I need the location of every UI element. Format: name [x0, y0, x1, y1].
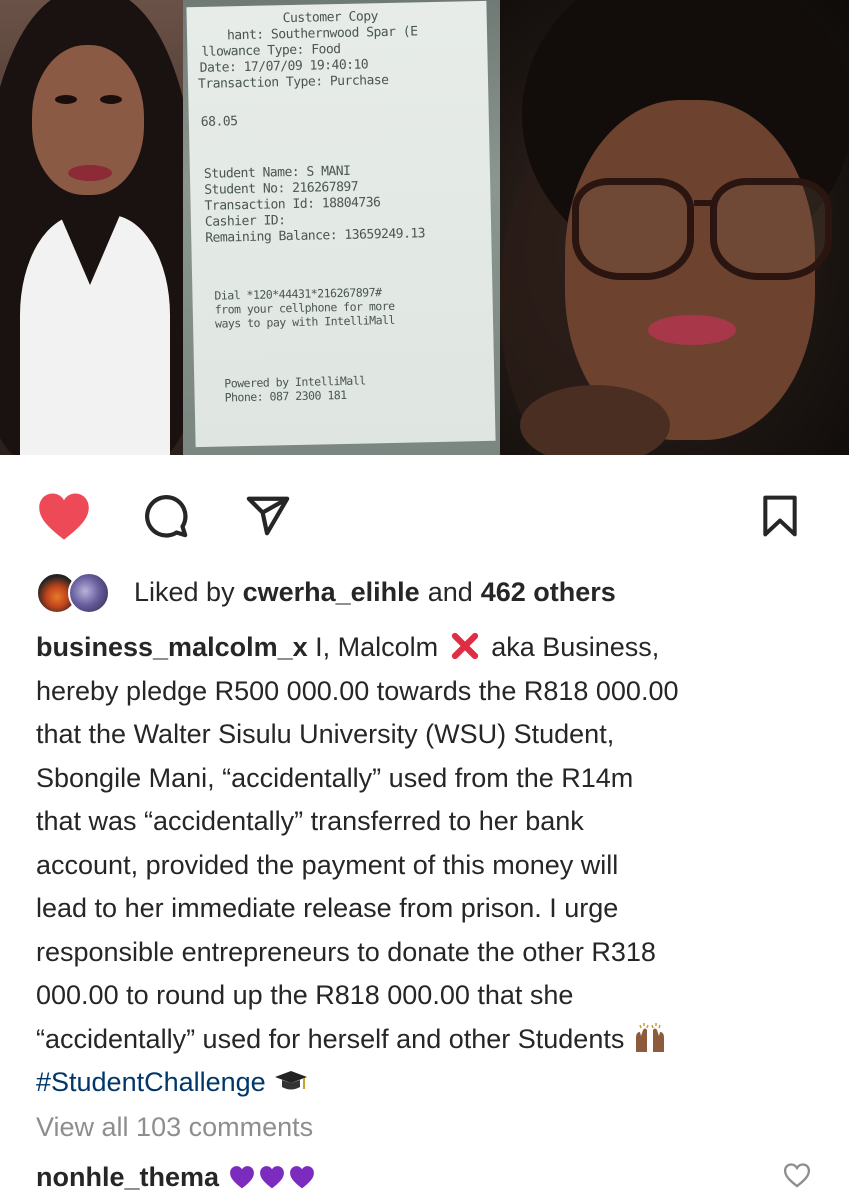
heart-outline-icon	[783, 1163, 811, 1188]
hashtag-link[interactable]: #StudentChallenge	[36, 1067, 266, 1097]
caption-username[interactable]: business_malcolm_x	[36, 632, 308, 662]
caption-line: lead to her immediate release from priso…	[36, 893, 619, 923]
graduation-cap-icon	[275, 1071, 308, 1090]
caption-text: aka Business,	[491, 632, 660, 662]
like-button[interactable]	[36, 488, 92, 544]
cross-mark-icon	[451, 632, 478, 660]
share-button[interactable]	[240, 488, 296, 544]
post-action-bar	[0, 470, 849, 560]
share-icon	[246, 496, 290, 536]
heart-icon	[39, 493, 89, 540]
receipt-line: llowance Type: Food	[201, 41, 341, 60]
liker-username[interactable]: cwerha_elihle	[243, 577, 420, 608]
receipt-line: 68.05	[200, 114, 238, 130]
caption-line: 000.00 to round up the R818 000.00 that …	[36, 980, 574, 1010]
receipt-line: Cashier ID:	[204, 213, 286, 230]
caption-line: responsible entrepreneurs to donate the …	[36, 936, 656, 967]
comment-like-button[interactable]	[779, 1157, 815, 1193]
photo-woman-left	[0, 0, 183, 455]
likes-conj: and	[427, 576, 473, 607]
receipt-line: Transaction Type: Purchase	[197, 72, 389, 92]
avatar	[68, 572, 110, 614]
comment-item: nonhle_thema	[36, 1155, 816, 1199]
bookmark-icon	[763, 495, 797, 537]
comment-icon	[145, 495, 188, 538]
photo-woman-right	[500, 0, 849, 455]
caption-line: that was “accidentally” transferred to h…	[36, 806, 584, 836]
caption-line: “accidentally” used for herself and othe…	[36, 1023, 625, 1054]
receipt-line: Phone: 087 2300 181	[224, 387, 347, 405]
caption-line: that the Walter Sisulu University (WSU) …	[36, 719, 615, 749]
caption-line: hereby pledge R500 000.00 towards the R8…	[36, 675, 679, 706]
receipt-line: ways to pay with IntelliMall	[214, 312, 396, 331]
receipt-line: hant: Southernwood Spar (E	[226, 24, 418, 44]
purple-heart-icon	[290, 1166, 314, 1189]
receipt-line: Student Name: S MANI	[203, 163, 351, 182]
likes-prefix: Liked by	[134, 576, 235, 607]
photo-receipt: Customer Copy hant: Southernwood Spar (E…	[183, 0, 500, 455]
caption-text: I, Malcolm	[315, 632, 439, 662]
likes-count[interactable]: 462 others	[481, 577, 616, 608]
raising-hands-icon	[635, 1022, 664, 1052]
receipt-line: Transaction Id: 18804736	[204, 195, 381, 214]
likes-summary: Liked by cwerha_elihle and 462 others	[36, 570, 616, 614]
post-caption: business_malcolm_x I, Malcolm aka Busine…	[36, 626, 826, 1105]
comment-button[interactable]	[138, 488, 194, 544]
caption-line: account, provided the payment of this mo…	[36, 849, 619, 880]
receipt-line: Customer Copy	[282, 9, 379, 27]
liker-avatars[interactable]	[36, 572, 124, 614]
view-all-comments-link[interactable]: View all 103 comments	[36, 1112, 313, 1143]
purple-heart-icon	[260, 1166, 284, 1189]
receipt-line: Remaining Balance: 13659249.13	[205, 226, 426, 246]
purple-heart-icon	[230, 1166, 254, 1189]
save-button[interactable]	[752, 488, 808, 544]
caption-line: Sbongile Mani, “accidentally” used from …	[36, 762, 634, 793]
comment-username[interactable]: nonhle_thema	[36, 1162, 219, 1193]
receipt: Customer Copy hant: Southernwood Spar (E…	[186, 0, 496, 448]
post-image[interactable]: Customer Copy hant: Southernwood Spar (E…	[0, 0, 849, 455]
